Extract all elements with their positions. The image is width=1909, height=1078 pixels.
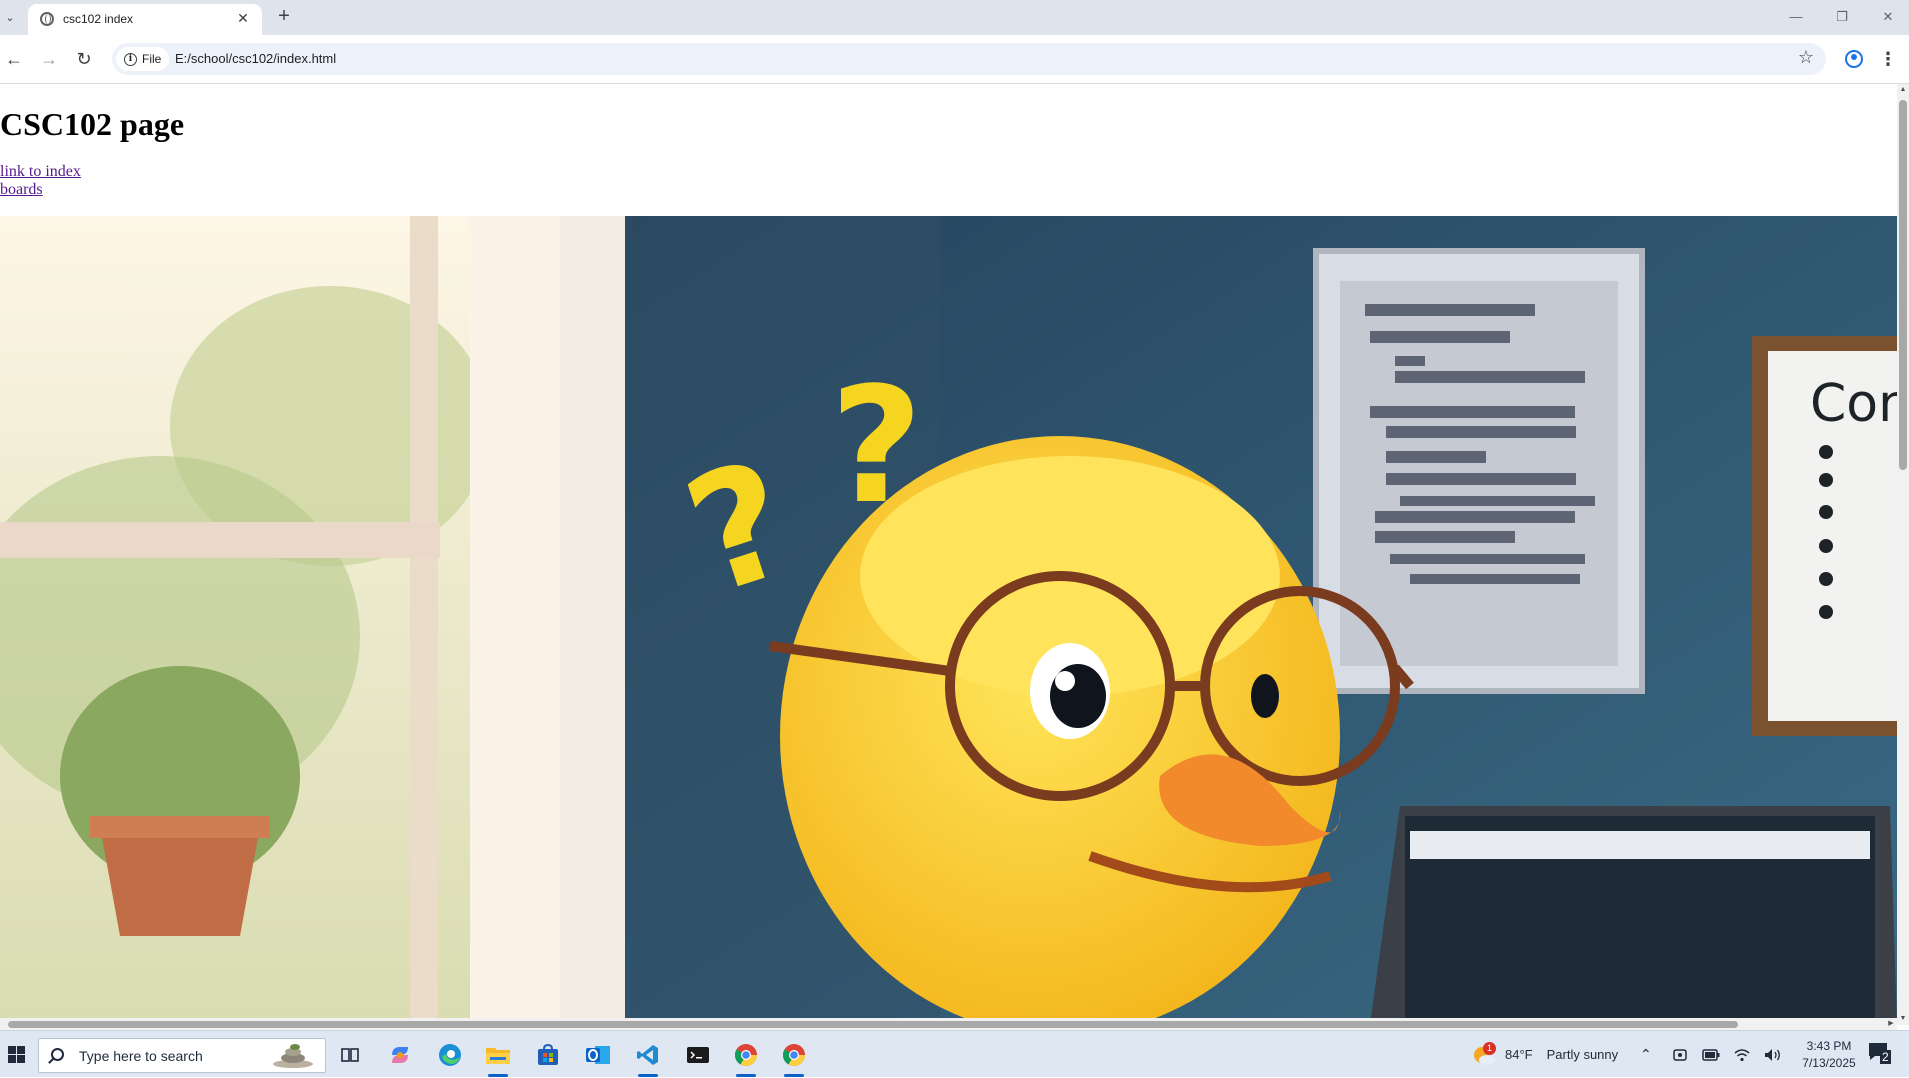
sun-cloud-icon: 1 — [1471, 1041, 1497, 1068]
tab-strip: ⌄ csc102 index ✕ + — ❐ ✕ — [0, 0, 1909, 35]
search-highlight-stones-icon — [273, 1044, 313, 1068]
clock-date[interactable]: 7/13/2025 — [1794, 1056, 1864, 1070]
search-icon — [51, 1048, 64, 1061]
site-info-label: File — [142, 52, 162, 66]
notifications-icon[interactable]: 2 — [1866, 1039, 1898, 1071]
hero-duck-image: ? ? Con — [0, 216, 1897, 1025]
windows-taskbar: Type here to search 1 84°F Partly sunny … — [0, 1030, 1909, 1077]
terminal-icon[interactable] — [680, 1037, 716, 1073]
volume-icon[interactable] — [1764, 1031, 1782, 1078]
new-tab-plus-icon[interactable]: + — [272, 5, 296, 29]
link-to-index[interactable]: link to index — [0, 163, 81, 181]
tab-search-chevron-icon[interactable]: ⌄ — [0, 4, 20, 30]
reload-icon[interactable]: ↻ — [70, 45, 98, 73]
info-icon: i — [124, 52, 137, 66]
more-menu-icon[interactable]: ⋮ — [1874, 45, 1902, 73]
whiteboard-text: Con — [1810, 374, 1897, 434]
minimize-icon[interactable]: — — [1781, 6, 1811, 28]
battery-icon[interactable] — [1702, 1031, 1720, 1078]
restore-icon[interactable]: ❐ — [1827, 6, 1857, 28]
window-close-icon[interactable]: ✕ — [1873, 6, 1903, 28]
page-title: CSC102 page — [0, 106, 185, 142]
microsoft-store-icon[interactable] — [530, 1037, 566, 1073]
show-hidden-icons-chevron-icon[interactable]: ⌃ — [1640, 1031, 1652, 1078]
scroll-down-icon[interactable]: ▼ — [1897, 1013, 1909, 1025]
link-boards[interactable]: boards — [0, 181, 43, 199]
vertical-scrollbar[interactable]: ▲ ▼ — [1897, 84, 1909, 1025]
vertical-scrollbar-thumb[interactable] — [1899, 100, 1907, 470]
horizontal-scrollbar-thumb[interactable] — [8, 1021, 1738, 1028]
weather-condition: Partly sunny — [1546, 1047, 1619, 1062]
horizontal-scrollbar[interactable]: ▶ — [0, 1018, 1897, 1030]
notifications-count: 2 — [1880, 1050, 1891, 1064]
taskbar-search-input[interactable]: Type here to search — [38, 1038, 326, 1073]
profile-avatar-icon[interactable] — [1840, 45, 1868, 73]
scroll-right-icon[interactable]: ▶ — [1885, 1018, 1897, 1030]
close-icon[interactable]: ✕ — [234, 9, 252, 27]
chrome-icon-second[interactable] — [776, 1037, 812, 1077]
search-placeholder: Type here to search — [79, 1048, 203, 1064]
weather-widget[interactable]: 1 84°F Partly sunny — [1471, 1031, 1618, 1078]
weather-alert-badge: 1 — [1483, 1041, 1496, 1055]
meet-now-icon[interactable] — [1672, 1031, 1688, 1078]
vscode-icon[interactable] — [630, 1037, 666, 1077]
outlook-icon[interactable] — [580, 1037, 616, 1073]
globe-icon — [40, 12, 54, 26]
tab-active[interactable]: csc102 index ✕ — [28, 4, 262, 35]
address-bar[interactable]: i File E:/school/csc102/index.html ☆ — [112, 43, 1826, 75]
edge-browser-icon[interactable] — [432, 1037, 468, 1073]
browser-toolbar: ← → ↻ i File E:/school/csc102/index.html… — [0, 35, 1909, 84]
clock-time[interactable]: 3:43 PM — [1794, 1039, 1864, 1053]
wifi-icon[interactable] — [1734, 1031, 1750, 1078]
site-info-chip[interactable]: i File — [116, 47, 170, 71]
task-view-icon[interactable] — [332, 1037, 368, 1073]
tab-title: csc102 index — [63, 12, 134, 26]
url-text[interactable]: E:/school/csc102/index.html — [175, 51, 336, 66]
windows-start-icon[interactable] — [0, 1031, 32, 1078]
weather-temp: 84°F — [1505, 1047, 1533, 1062]
page-viewport: CSC102 page link to index boards ? ? Con — [0, 84, 1897, 1025]
forward-arrow-icon[interactable]: → — [35, 45, 63, 73]
bookmark-star-icon[interactable]: ☆ — [1798, 47, 1814, 68]
scroll-up-icon[interactable]: ▲ — [1897, 84, 1909, 96]
back-arrow-icon[interactable]: ← — [0, 45, 28, 73]
file-explorer-icon[interactable] — [480, 1037, 516, 1077]
chrome-icon[interactable] — [728, 1037, 764, 1077]
copilot-icon[interactable] — [382, 1037, 418, 1073]
